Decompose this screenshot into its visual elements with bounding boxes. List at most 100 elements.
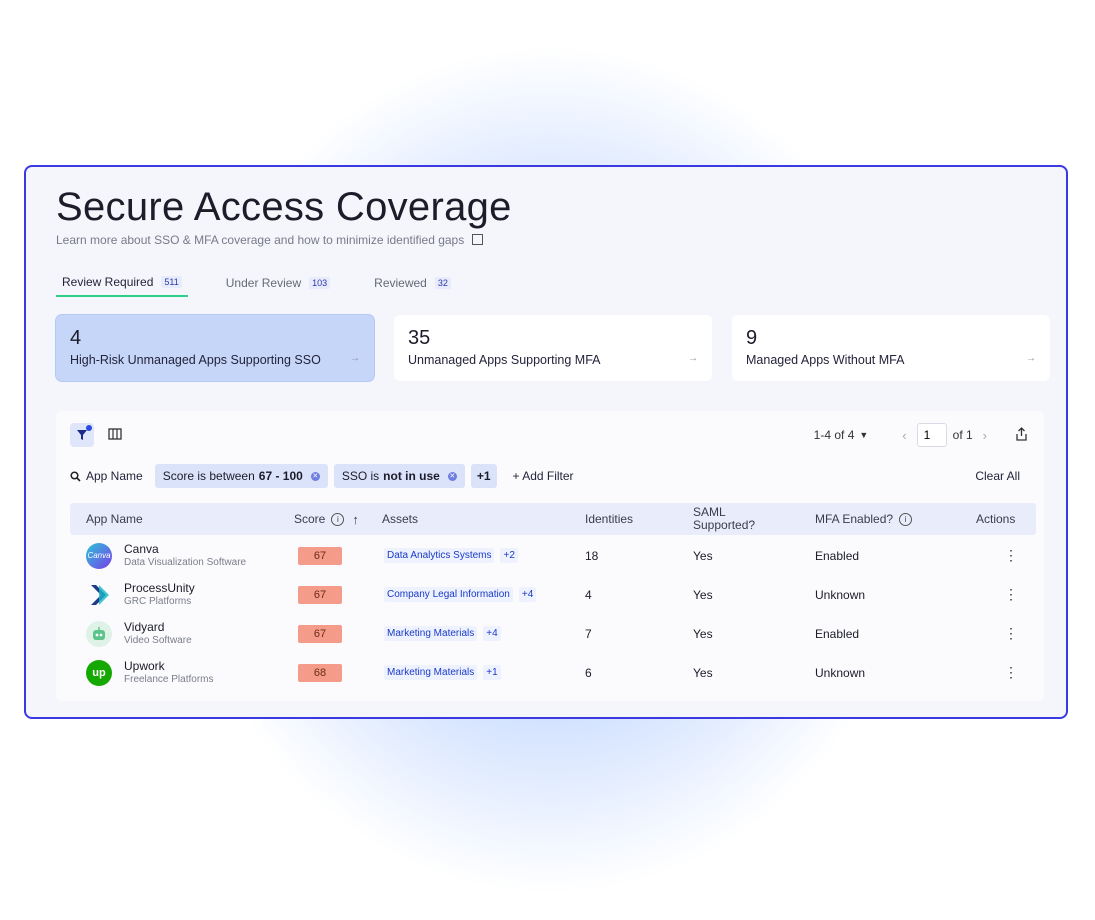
secure-access-panel: Secure Access Coverage Learn more about … <box>24 165 1068 719</box>
arrow-right-icon: → <box>688 353 698 364</box>
chip-text: Score is between <box>162 469 255 483</box>
columns-button[interactable] <box>108 427 122 446</box>
filter-icon <box>77 430 87 440</box>
more-actions-icon[interactable]: ⋮ <box>1004 536 1018 575</box>
app-name: Upwork <box>124 658 165 673</box>
tab-review-required[interactable]: Review Required 511 <box>56 275 188 297</box>
close-icon[interactable]: ✕ <box>310 471 320 481</box>
asset-tag[interactable]: Company Legal Information <box>384 587 513 602</box>
asset-more-tag[interactable]: +4 <box>518 587 537 602</box>
asset-more-tag[interactable]: +1 <box>483 665 501 680</box>
prev-page-icon[interactable]: ‹ <box>902 428 906 443</box>
summary-cards: 4 High-Risk Unmanaged Apps Supporting SS… <box>56 315 1070 381</box>
asset-more-tag[interactable]: +4 <box>483 626 501 641</box>
close-icon[interactable]: ✕ <box>447 471 457 481</box>
filter-active-dot <box>86 425 92 431</box>
col-score[interactable]: Score i ↑ <box>294 503 359 535</box>
tab-count-badge: 32 <box>434 277 451 289</box>
card-label: Managed Apps Without MFA <box>746 353 905 367</box>
asset-tag[interactable]: Data Analytics Systems <box>384 548 495 563</box>
mfa-value: Unknown <box>815 587 866 602</box>
card-value: 35 <box>408 327 431 349</box>
app-category: GRC Platforms <box>124 595 192 607</box>
clear-all-button[interactable]: Clear All <box>975 469 1020 483</box>
card-high-risk-sso[interactable]: 4 High-Risk Unmanaged Apps Supporting SS… <box>56 315 374 381</box>
filter-chip-sso[interactable]: SSO is not in use ✕ <box>333 464 465 488</box>
identities-value: 6 <box>585 665 592 680</box>
tab-label: Under Review <box>225 276 302 290</box>
page-subtitle-link[interactable]: Learn more about SSO & MFA coverage and … <box>56 233 483 247</box>
page-range-text: 1-4 of 4 <box>813 428 855 442</box>
table-header: App Name Score i ↑ Assets Identities SAM… <box>70 503 1036 535</box>
tab-count-badge: 511 <box>161 276 182 288</box>
saml-value: Yes <box>693 665 713 680</box>
identities-value: 4 <box>585 587 592 602</box>
col-identities[interactable]: Identities <box>585 503 633 535</box>
info-icon[interactable]: i <box>331 512 345 526</box>
canva-logo: Canva <box>86 542 112 569</box>
asset-tag[interactable]: Marketing Materials <box>384 665 478 680</box>
subtitle-text: Learn more about SSO & MFA coverage and … <box>56 233 465 247</box>
card-managed-no-mfa[interactable]: 9 Managed Apps Without MFA → <box>732 315 1050 381</box>
table-row[interactable]: Canva Canva Data Visualization Software … <box>70 536 1036 575</box>
table-row[interactable]: Vidyard Video Software 67 Marketing Mate… <box>70 614 1036 653</box>
mfa-value: Enabled <box>815 548 860 563</box>
identities-value: 7 <box>585 626 592 641</box>
filter-chip-score[interactable]: Score is between 67 - 100 ✕ <box>154 464 328 488</box>
col-mfa-enabled[interactable]: MFA Enabled? i <box>815 503 913 535</box>
more-actions-icon[interactable]: ⋮ <box>1004 653 1018 692</box>
col-app-name[interactable]: App Name <box>86 503 143 535</box>
arrow-right-icon: → <box>350 353 360 364</box>
page-total-text: of 1 <box>952 428 973 442</box>
processunity-logo <box>86 582 112 608</box>
filter-button[interactable] <box>70 423 94 447</box>
page-number-input[interactable] <box>916 423 947 447</box>
app-category: Data Visualization Software <box>124 556 247 568</box>
search-icon <box>70 470 81 482</box>
sort-arrow-up-icon[interactable]: ↑ <box>352 512 359 527</box>
info-icon[interactable]: i <box>899 512 913 526</box>
saml-value: Yes <box>693 626 713 641</box>
card-unmanaged-mfa[interactable]: 35 Unmanaged Apps Supporting MFA → <box>394 315 712 381</box>
vidyard-logo <box>86 620 112 647</box>
vidyard-robot-icon <box>93 626 105 640</box>
more-actions-icon[interactable]: ⋮ <box>1004 575 1018 614</box>
col-assets[interactable]: Assets <box>382 503 418 535</box>
asset-tag[interactable]: Marketing Materials <box>384 626 478 641</box>
app-name-search[interactable]: App Name <box>70 469 143 483</box>
external-link-icon <box>471 234 483 245</box>
tab-label: Review Required <box>62 275 154 289</box>
table-row[interactable]: ProcessUnity GRC Platforms 67 Company Le… <box>70 575 1036 614</box>
col-saml-supported[interactable]: SAML Supported? <box>693 503 773 535</box>
table-row[interactable]: up Upwork Freelance Platforms 68 Marketi… <box>70 653 1036 692</box>
more-filters-chip[interactable]: +1 <box>470 464 497 488</box>
chip-value: 67 - 100 <box>258 469 303 483</box>
filter-bar: App Name Score is between 67 - 100 ✕ SSO… <box>70 463 1030 489</box>
columns-icon <box>108 428 122 440</box>
tab-label: Reviewed <box>374 276 427 290</box>
score-badge: 67 <box>298 546 342 565</box>
tab-count-badge: 103 <box>309 277 331 289</box>
card-label: High-Risk Unmanaged Apps Supporting SSO <box>70 353 321 367</box>
add-filter-button[interactable]: + Add Filter <box>513 469 574 483</box>
identities-value: 18 <box>585 548 599 563</box>
card-value: 9 <box>746 327 758 349</box>
asset-more-tag[interactable]: +2 <box>500 548 518 563</box>
more-actions-icon[interactable]: ⋮ <box>1004 614 1018 653</box>
mfa-value: Enabled <box>815 626 860 641</box>
app-name: Canva <box>124 541 159 556</box>
page-size-select[interactable]: 1-4 of 4 ▼ <box>814 428 869 442</box>
chip-value: not in use <box>383 469 440 483</box>
tab-reviewed[interactable]: Reviewed 32 <box>368 275 457 297</box>
export-button[interactable] <box>1015 426 1028 444</box>
arrow-right-icon: → <box>1026 353 1036 364</box>
app-name: Vidyard <box>124 619 165 634</box>
app-category: Video Software <box>124 634 192 646</box>
card-value: 4 <box>70 327 82 349</box>
tab-under-review[interactable]: Under Review 103 <box>220 275 336 297</box>
apps-table-container: 1-4 of 4 ▼ ‹ of 1 › App Name Score is be… <box>56 411 1044 701</box>
pagination: 1-4 of 4 ▼ ‹ of 1 › <box>814 423 1028 447</box>
col-actions: Actions <box>976 512 1016 526</box>
next-page-icon[interactable]: › <box>983 428 987 443</box>
export-icon <box>1016 426 1027 441</box>
